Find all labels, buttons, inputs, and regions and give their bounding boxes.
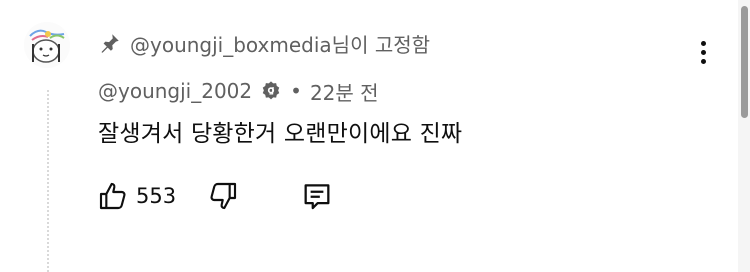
separator-dot: • xyxy=(290,79,302,103)
thumbs-down-icon xyxy=(210,182,237,210)
comment-actions: 553 xyxy=(96,178,334,214)
thumbs-up-icon xyxy=(99,182,126,210)
pinned-text: @youngji_boxmedia님이 고정함 xyxy=(130,32,431,57)
comment-header: @youngji_2002 • 22분 전 xyxy=(98,76,379,106)
dislike-button[interactable] xyxy=(206,179,240,213)
verified-icon xyxy=(260,80,282,102)
like-button[interactable] xyxy=(96,179,130,213)
thread-line xyxy=(47,90,49,272)
comment-author[interactable]: @youngji_2002 xyxy=(98,79,252,103)
scrollbar-thumb[interactable] xyxy=(741,6,748,118)
scrollbar[interactable] xyxy=(738,0,750,272)
comment-text: 잘생겨서 당황한거 오랜만이에요 진짜 xyxy=(98,121,463,147)
comment-timestamp[interactable]: 22분 전 xyxy=(310,77,379,106)
like-count: 553 xyxy=(136,184,177,208)
reply-button[interactable] xyxy=(300,179,334,213)
comment-icon xyxy=(304,184,330,210)
pinned-label: @youngji_boxmedia님이 고정함 xyxy=(98,28,430,58)
pin-icon xyxy=(98,31,122,55)
more-options-icon[interactable] xyxy=(690,32,716,72)
avatar[interactable] xyxy=(24,22,70,68)
